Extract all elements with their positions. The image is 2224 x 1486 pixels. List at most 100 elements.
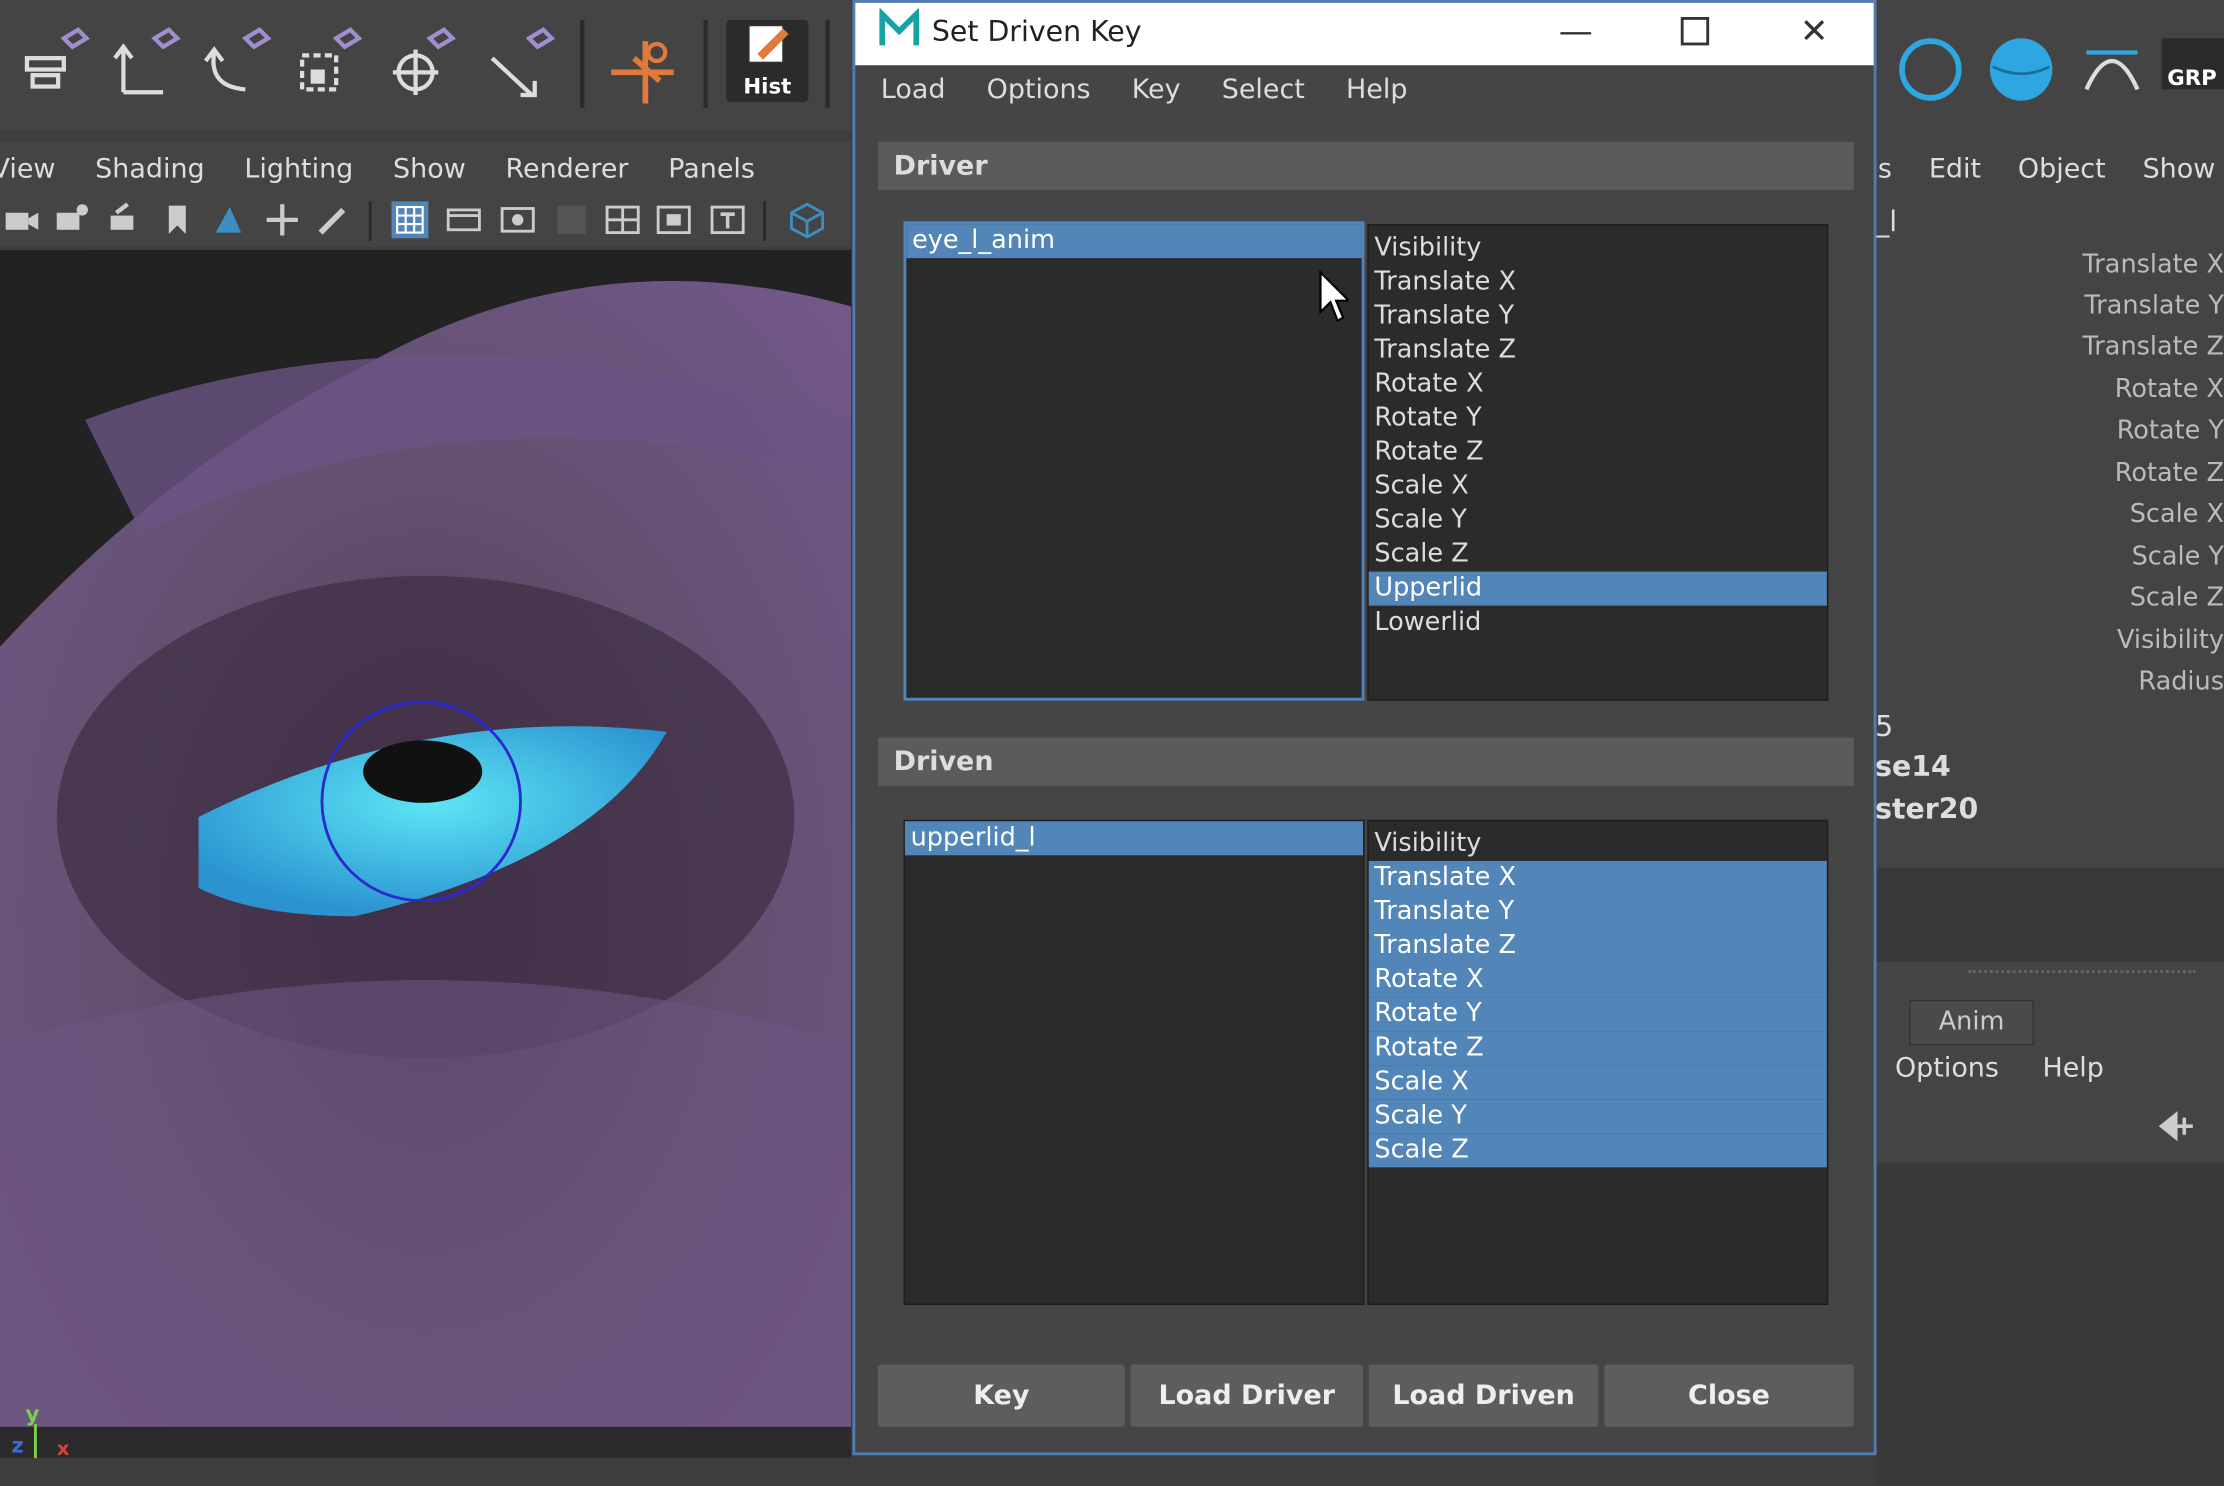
panel-resize-handle[interactable] bbox=[1968, 970, 2196, 974]
driver-object-item[interactable]: eye_l_anim bbox=[906, 224, 1362, 259]
image-plane-icon[interactable] bbox=[210, 201, 247, 238]
joint-tool-icon[interactable] bbox=[601, 20, 683, 108]
pole-vector-icon[interactable] bbox=[477, 20, 559, 108]
driven-attr-rotate-y[interactable]: Rotate Y bbox=[1368, 997, 1827, 1032]
key-button[interactable]: Key bbox=[877, 1364, 1125, 1427]
camera-attributes-icon[interactable] bbox=[54, 201, 91, 238]
close-button[interactable]: Close bbox=[1604, 1364, 1854, 1427]
scale-constraint-icon[interactable] bbox=[284, 20, 366, 108]
channel-scale-x[interactable]: Scale X bbox=[2025, 499, 2224, 529]
driver-attr-rotate-x[interactable]: Rotate X bbox=[1369, 367, 1827, 401]
grid-icon[interactable] bbox=[391, 201, 429, 239]
bookmark-icon[interactable] bbox=[159, 201, 196, 238]
2d-pan-zoom-icon[interactable] bbox=[315, 201, 352, 238]
driver-attr-scale-z[interactable]: Scale Z bbox=[1369, 538, 1827, 572]
menu-help-right[interactable]: Help bbox=[2042, 1052, 2103, 1083]
maya-logo-icon bbox=[877, 8, 921, 52]
driver-heading[interactable]: Driver bbox=[877, 141, 1854, 191]
wireframe-cube-icon[interactable] bbox=[789, 201, 826, 239]
point-constraint-icon[interactable] bbox=[102, 20, 184, 108]
camera-lock-icon[interactable] bbox=[108, 201, 145, 238]
3d-viewport[interactable] bbox=[0, 249, 852, 1459]
driven-attr-visibility[interactable]: Visibility bbox=[1369, 827, 1827, 861]
menu-show-right[interactable]: Show bbox=[2143, 153, 2216, 184]
driver-attr-translate-x[interactable]: Translate X bbox=[1369, 265, 1827, 299]
driver-attr-translate-y[interactable]: Translate Y bbox=[1369, 299, 1827, 333]
menu-renderer[interactable]: Renderer bbox=[505, 153, 628, 184]
channel-translate-z[interactable]: Translate Z bbox=[2025, 332, 2224, 362]
driven-object-list[interactable]: upperlid_l bbox=[903, 819, 1365, 1305]
camera-icon[interactable] bbox=[3, 201, 40, 238]
resolution-gate-icon[interactable] bbox=[499, 201, 536, 238]
driven-attr-rotate-z[interactable]: Rotate Z bbox=[1368, 1031, 1827, 1066]
channel-rotate-x[interactable]: Rotate X bbox=[2025, 374, 2224, 404]
driver-attribute-list[interactable]: Visibility Translate X Translate Y Trans… bbox=[1367, 224, 1829, 701]
driven-attr-scale-z[interactable]: Scale Z bbox=[1368, 1133, 1827, 1168]
outliner-item-partial[interactable]: ster20 bbox=[1875, 791, 1978, 825]
driver-attr-lowerlid[interactable]: Lowerlid bbox=[1369, 606, 1827, 640]
menu-lighting[interactable]: Lighting bbox=[244, 153, 353, 184]
film-gate-icon[interactable] bbox=[445, 201, 482, 238]
menu-help[interactable]: Help bbox=[1346, 74, 1407, 105]
menu-shading[interactable]: Shading bbox=[95, 153, 204, 184]
channel-scale-y[interactable]: Scale Y bbox=[2025, 542, 2224, 572]
driven-object-item[interactable]: upperlid_l bbox=[904, 821, 1364, 856]
load-driven-button[interactable]: Load Driven bbox=[1368, 1364, 1599, 1427]
nurbs-circle-icon[interactable] bbox=[1889, 20, 1971, 108]
group-button[interactable]: GRP bbox=[2161, 20, 2224, 108]
outliner-item-partial[interactable]: se14 bbox=[1875, 749, 1951, 783]
driven-heading[interactable]: Driven bbox=[877, 737, 1854, 786]
aim-constraint-icon[interactable] bbox=[377, 20, 459, 108]
menu-key[interactable]: Key bbox=[1132, 74, 1181, 105]
driver-attr-scale-x[interactable]: Scale X bbox=[1369, 469, 1827, 503]
close-icon[interactable]: ✕ bbox=[1786, 11, 1843, 51]
driven-attr-scale-x[interactable]: Scale X bbox=[1368, 1065, 1827, 1100]
grease-pencil-icon[interactable] bbox=[264, 201, 301, 238]
channel-radius[interactable]: Radius bbox=[2025, 667, 2224, 697]
driven-attr-translate-z[interactable]: Translate Z bbox=[1368, 929, 1827, 964]
driver-attr-rotate-z[interactable]: Rotate Z bbox=[1369, 435, 1827, 469]
menu-options[interactable]: Options bbox=[987, 74, 1091, 105]
menu-object[interactable]: Object bbox=[2018, 153, 2106, 184]
driver-object-list[interactable]: eye_l_anim bbox=[903, 221, 1365, 701]
menu-options-right[interactable]: Options bbox=[1895, 1052, 1999, 1083]
menu-view[interactable]: View bbox=[0, 153, 55, 184]
dialog-titlebar[interactable]: Set Driven Key — ✕ bbox=[855, 2, 1874, 66]
menu-show[interactable]: Show bbox=[393, 153, 466, 184]
driver-attr-visibility[interactable]: Visibility bbox=[1369, 231, 1827, 265]
menu-load[interactable]: Load bbox=[881, 74, 946, 105]
driver-attr-upperlid[interactable]: Upperlid bbox=[1368, 571, 1827, 606]
menu-edit[interactable]: Edit bbox=[1929, 153, 1981, 184]
driven-attribute-list[interactable]: Visibility Translate X Translate Y Trans… bbox=[1367, 819, 1829, 1305]
safe-title-icon[interactable] bbox=[709, 201, 746, 238]
menu-select[interactable]: Select bbox=[1222, 74, 1305, 105]
driver-attr-scale-y[interactable]: Scale Y bbox=[1369, 504, 1827, 538]
load-driver-button[interactable]: Load Driver bbox=[1130, 1364, 1364, 1427]
channel-translate-x[interactable]: Translate X bbox=[2025, 250, 2224, 280]
parent-constraint-icon[interactable] bbox=[11, 20, 93, 108]
layer-arrow-icon[interactable] bbox=[2156, 1109, 2199, 1143]
driven-attr-translate-y[interactable]: Translate Y bbox=[1368, 894, 1827, 930]
curve-tool-icon[interactable] bbox=[2071, 20, 2153, 108]
sphere-icon[interactable] bbox=[1980, 20, 2062, 108]
minimize-icon[interactable]: — bbox=[1547, 11, 1604, 51]
channel-rotate-y[interactable]: Rotate Y bbox=[2025, 416, 2224, 446]
history-button[interactable]: Hist bbox=[726, 19, 809, 103]
channel-visibility[interactable]: Visibility bbox=[2025, 626, 2224, 656]
driver-attr-rotate-y[interactable]: Rotate Y bbox=[1369, 401, 1827, 435]
driven-attr-translate-x[interactable]: Translate X bbox=[1368, 860, 1827, 895]
channel-rotate-z[interactable]: Rotate Z bbox=[2025, 458, 2224, 488]
menu-panels[interactable]: Panels bbox=[668, 153, 755, 184]
channel-scale-z[interactable]: Scale Z bbox=[2025, 583, 2224, 613]
driven-attr-scale-y[interactable]: Scale Y bbox=[1368, 1099, 1827, 1134]
safe-action-icon[interactable] bbox=[655, 201, 692, 238]
tab-anim[interactable]: Anim bbox=[1909, 999, 2034, 1046]
maximize-icon[interactable] bbox=[1667, 11, 1724, 51]
orient-constraint-icon[interactable] bbox=[193, 20, 275, 108]
field-chart-icon[interactable] bbox=[604, 201, 641, 238]
gate-mask-icon[interactable] bbox=[553, 201, 590, 238]
menu-channels[interactable]: s bbox=[1878, 153, 1892, 184]
driver-attr-translate-z[interactable]: Translate Z bbox=[1369, 333, 1827, 367]
channel-translate-y[interactable]: Translate Y bbox=[2025, 291, 2224, 321]
driven-attr-rotate-x[interactable]: Rotate X bbox=[1368, 963, 1827, 998]
